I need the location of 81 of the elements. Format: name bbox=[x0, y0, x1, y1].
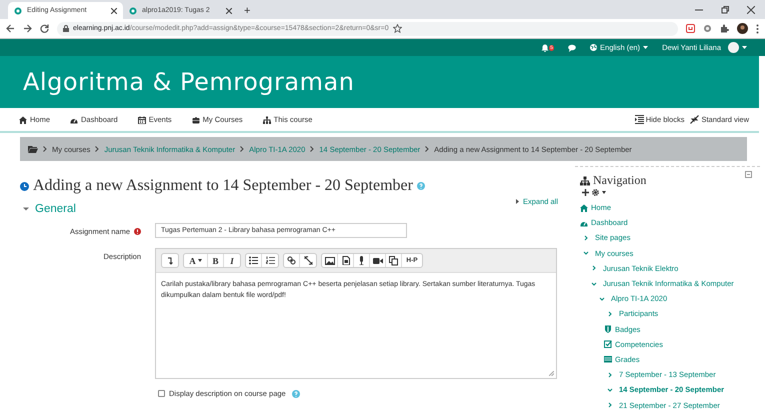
image-icon bbox=[324, 256, 334, 264]
avatar-icon bbox=[728, 42, 739, 53]
unlink-icon bbox=[304, 256, 312, 265]
globe-icon bbox=[590, 44, 598, 51]
caret-icon bbox=[643, 46, 648, 49]
chevron-right-icon bbox=[607, 310, 613, 317]
sitemap-icon bbox=[262, 116, 271, 124]
toolbar-button[interactable]: I bbox=[224, 254, 240, 267]
toolbar-button[interactable] bbox=[370, 254, 386, 267]
site-icon bbox=[14, 6, 22, 14]
hide-blocks-icon bbox=[634, 115, 644, 124]
numbered-list-icon bbox=[266, 256, 274, 265]
checkbox[interactable] bbox=[158, 390, 165, 397]
calendar-icon bbox=[138, 116, 146, 124]
toolbar-button[interactable] bbox=[386, 254, 402, 267]
new-tab-button[interactable]: + bbox=[244, 5, 250, 17]
bullet-list-icon bbox=[249, 256, 258, 265]
required-icon bbox=[134, 228, 141, 235]
collapse-arrows-icon bbox=[690, 115, 700, 124]
back-icon[interactable] bbox=[6, 24, 15, 33]
collapse-icon bbox=[167, 256, 173, 264]
bell-icon bbox=[541, 44, 550, 52]
caret-icon bbox=[742, 46, 747, 49]
chevron-right-icon bbox=[583, 234, 589, 241]
shield-icon bbox=[604, 325, 612, 334]
toolbar-button[interactable]: B bbox=[208, 254, 224, 267]
dock-icon[interactable] bbox=[745, 171, 752, 178]
folder-icon bbox=[28, 145, 38, 153]
extension-icon[interactable] bbox=[686, 24, 695, 33]
document-icon bbox=[342, 256, 350, 265]
chevron-icon bbox=[310, 146, 314, 152]
settings-icon[interactable] bbox=[592, 189, 599, 196]
checked-box-icon bbox=[604, 340, 612, 348]
chevron-right-icon bbox=[607, 372, 613, 378]
chevron-icon bbox=[43, 146, 47, 152]
toolbar-button[interactable] bbox=[322, 254, 338, 267]
chevron-down-icon bbox=[607, 386, 613, 393]
restore-icon[interactable] bbox=[721, 6, 729, 14]
chevron-icon bbox=[240, 146, 244, 152]
home-icon bbox=[19, 116, 27, 124]
chat-icon[interactable] bbox=[568, 44, 576, 52]
caret-icon bbox=[198, 259, 202, 262]
reload-icon[interactable] bbox=[40, 24, 49, 33]
briefcase-icon bbox=[192, 116, 200, 124]
chevron-right-icon bbox=[607, 402, 613, 408]
forward-icon[interactable] bbox=[23, 24, 32, 33]
resize-handle-icon bbox=[549, 371, 554, 376]
chevron-right-icon bbox=[591, 265, 597, 272]
chevron-icon bbox=[95, 146, 100, 152]
close-icon[interactable] bbox=[111, 8, 117, 14]
home-icon bbox=[580, 204, 588, 212]
microphone-icon bbox=[358, 256, 365, 265]
chevron-icon bbox=[425, 146, 430, 152]
site-title: Algoritma & Pemrograman bbox=[23, 68, 354, 96]
toolbar-button[interactable] bbox=[246, 254, 262, 267]
close-icon[interactable] bbox=[747, 6, 755, 14]
link-icon bbox=[287, 256, 296, 265]
move-icon[interactable] bbox=[582, 189, 589, 196]
chevron-down-icon bbox=[591, 280, 597, 287]
page-heading: Adding a new Assignment to 14 September - 20 September bbox=[33, 177, 413, 195]
extension-icon[interactable] bbox=[703, 24, 712, 33]
caret-down-icon bbox=[23, 206, 29, 212]
activity-icon bbox=[20, 182, 29, 190]
sitemap-icon bbox=[580, 176, 590, 186]
chevron-down-icon bbox=[583, 250, 589, 256]
video-camera-icon bbox=[372, 256, 382, 264]
close-icon[interactable] bbox=[226, 8, 232, 14]
menu-icon[interactable] bbox=[756, 24, 759, 34]
puzzle-icon[interactable] bbox=[720, 24, 729, 33]
section-toggle[interactable]: General bbox=[23, 203, 76, 215]
lock-icon bbox=[63, 25, 69, 32]
table-icon bbox=[604, 355, 612, 364]
chevron-down-icon bbox=[599, 296, 605, 302]
copy-icon bbox=[389, 256, 398, 266]
block-title: Navigation bbox=[593, 173, 646, 188]
site-icon bbox=[129, 6, 137, 14]
toolbar-button[interactable]: A bbox=[184, 254, 208, 267]
avatar-icon[interactable] bbox=[737, 23, 748, 34]
caret-right-icon bbox=[516, 199, 519, 204]
caret-icon bbox=[602, 191, 606, 194]
star-icon[interactable] bbox=[392, 24, 402, 33]
